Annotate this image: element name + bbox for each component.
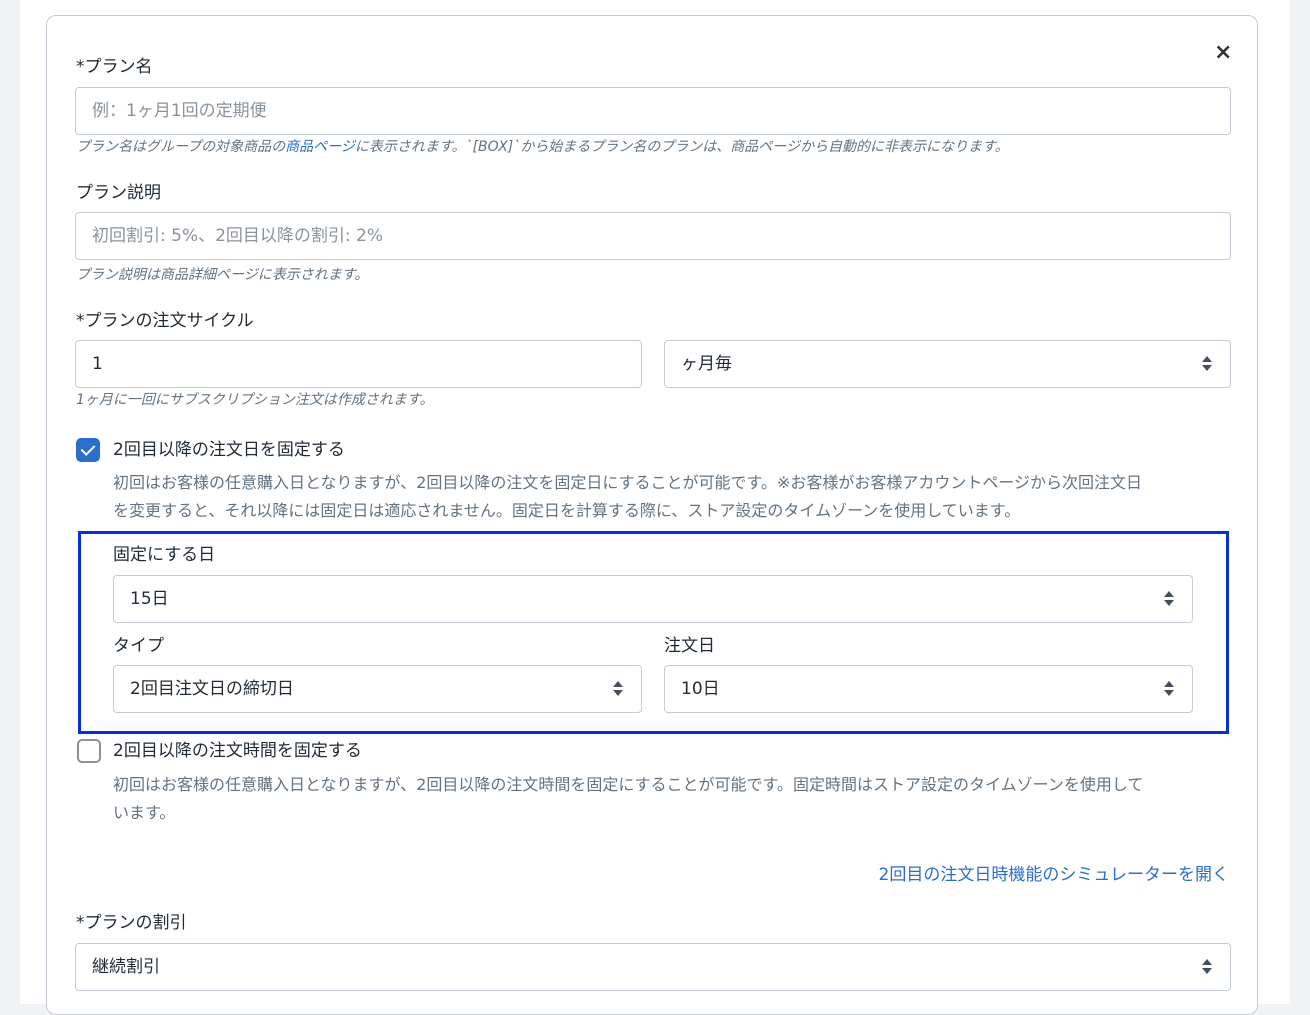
plan-description-input[interactable] — [75, 212, 1231, 260]
order-cycle-unit-value: ヶ月毎 — [681, 354, 732, 374]
plan-name-input[interactable] — [75, 87, 1231, 135]
fix-date-checkbox[interactable] — [76, 438, 100, 462]
select-arrows-icon — [613, 680, 623, 698]
plan-name-label: *プラン名 — [76, 57, 153, 77]
discount-select[interactable]: 継続割引 — [75, 943, 1231, 991]
fix-date-description-line-2: を変更すると、それ以降には固定日は適応されません。固定日を計算する際に、ストア設… — [113, 501, 1021, 520]
checkmark-icon — [80, 441, 96, 456]
type-select[interactable]: 2回目注文日の締切日 — [113, 665, 642, 713]
close-icon[interactable]: × — [1214, 40, 1236, 66]
plan-name-help: プラン名はグループの対象商品の商品ページに表示されます。`[BOX]`から始まる… — [76, 137, 1009, 157]
product-page-link[interactable]: 商品ページ — [285, 139, 355, 155]
fixed-day-select[interactable]: 15日 — [113, 575, 1193, 623]
order-cycle-label: *プランの注文サイクル — [76, 311, 254, 331]
select-arrows-icon — [1202, 958, 1212, 976]
fix-date-label: 2回目以降の注文日を固定する — [113, 440, 345, 460]
type-label: タイプ — [113, 636, 164, 656]
discount-value: 継続割引 — [92, 957, 160, 977]
fix-date-description-line-1: 初回はお客様の任意購入日となりますが、2回目以降の注文を固定日にすることが可能で… — [113, 473, 1143, 492]
fix-time-checkbox[interactable] — [77, 739, 101, 763]
order-cycle-help: 1ヶ月に一回にサブスクリプション注文は作成されます。 — [76, 392, 434, 408]
order-day-select[interactable]: 10日 — [664, 665, 1193, 713]
order-cycle-input[interactable]: 1 — [75, 340, 642, 388]
fix-time-label: 2回目以降の注文時間を固定する — [113, 741, 362, 761]
plan-name-help-before: プラン名はグループの対象商品の — [76, 139, 286, 155]
select-arrows-icon — [1164, 590, 1174, 608]
fixed-day-label: 固定にする日 — [113, 545, 216, 565]
fix-time-description-line-1: 初回はお客様の任意購入日となりますが、2回目以降の注文時間を固定にすることが可能… — [113, 775, 1144, 794]
plan-description-help: プラン説明は商品詳細ページに表示されます。 — [76, 267, 369, 283]
plan-name-help-after: に表示されます。`[BOX]`から始まるプラン名のプランは、商品ページから自動的… — [354, 139, 1009, 155]
fixed-day-value: 15日 — [130, 589, 169, 609]
type-value: 2回目注文日の締切日 — [130, 679, 294, 699]
select-arrows-icon — [1164, 680, 1174, 698]
order-day-value: 10日 — [681, 679, 720, 699]
order-cycle-unit-select[interactable]: ヶ月毎 — [664, 340, 1231, 388]
order-day-label: 注文日 — [664, 636, 715, 656]
plan-description-label: プラン説明 — [76, 183, 161, 203]
discount-label: *プランの割引 — [76, 913, 187, 933]
select-arrows-icon — [1202, 355, 1212, 373]
open-simulator-link[interactable]: 2回目の注文日時機能のシミュレーターを開く — [879, 864, 1229, 886]
fix-time-description-line-2: います。 — [113, 803, 176, 822]
